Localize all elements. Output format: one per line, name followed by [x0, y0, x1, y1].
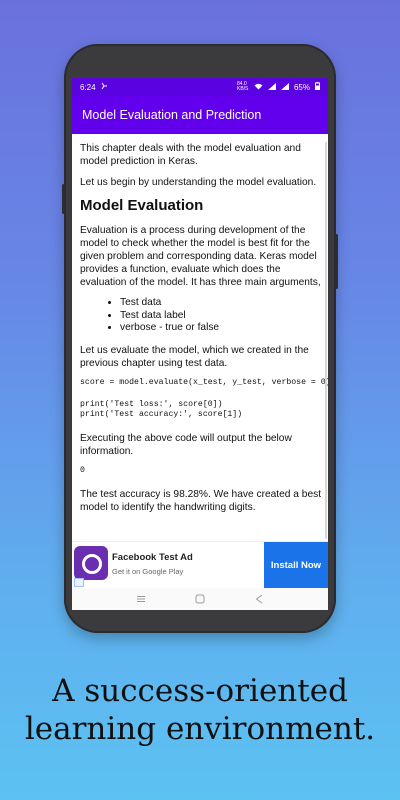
list-item: Test data [120, 297, 322, 310]
output-paragraph: Executing the above code will output the… [80, 432, 292, 457]
ad-banner[interactable]: Facebook Test Ad Get it on Google Play I… [72, 541, 328, 588]
marketing-caption: A success-oriented learning environment. [24, 673, 376, 747]
adchoices-icon[interactable] [74, 578, 84, 587]
home-icon[interactable] [195, 594, 205, 604]
phone-volume-button [335, 234, 338, 289]
signal-icon [267, 82, 276, 92]
evaluate-paragraph: Let us evaluate the model, which we crea… [80, 344, 309, 369]
network-speed: 84.0 KB/S [236, 81, 249, 92]
article-content[interactable]: This chapter deals with the model evalua… [72, 134, 328, 541]
section-heading: Model Evaluation [80, 197, 204, 214]
app-bar: Model Evaluation and Prediction [72, 96, 328, 134]
ad-title[interactable]: Facebook Test Ad [112, 552, 193, 563]
list-item: verbose - true or false [120, 322, 322, 335]
accuracy-paragraph: The test accuracy is 98.28%. We have cre… [80, 488, 322, 513]
recents-icon[interactable] [136, 594, 146, 604]
back-icon[interactable] [254, 594, 264, 604]
code-block-output: 0 [80, 465, 85, 475]
ad-subtitle: Get it on Google Play [112, 567, 184, 576]
wifi-icon [254, 83, 263, 92]
code-block-print: print('Test loss:', score[0]) print('Tes… [80, 399, 243, 419]
intro-paragraph: This chapter deals with the model evalua… [80, 143, 301, 167]
intro-paragraph-2: Let us begin by understanding the model … [80, 177, 317, 188]
ad-app-icon[interactable] [74, 546, 108, 580]
scrollbar[interactable] [325, 142, 327, 539]
status-time: 6:24 [80, 82, 96, 92]
code-block-evaluate: score = model.evaluate(x_test, y_test, v… [80, 377, 328, 387]
status-bar: 6:24 84.0 KB/S 65% [72, 78, 328, 96]
evaluation-paragraph: Evaluation is a process during developme… [80, 225, 321, 288]
list-item: Test data label [120, 310, 322, 323]
signal2-icon [280, 82, 289, 92]
install-now-button[interactable]: Install Now [264, 542, 328, 588]
phone-side-button [62, 184, 65, 214]
phone-screen: 6:24 84.0 KB/S 65% Model Evaluation and … [72, 78, 328, 610]
arguments-list: Test data Test data label verbose - true… [80, 297, 322, 335]
notification-icon [101, 82, 108, 92]
phone-frame: 6:24 84.0 KB/S 65% Model Evaluation and … [62, 44, 338, 633]
system-nav-bar [72, 588, 328, 610]
battery-icon [315, 82, 320, 92]
battery-level: 65% [293, 82, 310, 92]
page-title: Model Evaluation and Prediction [82, 108, 262, 122]
